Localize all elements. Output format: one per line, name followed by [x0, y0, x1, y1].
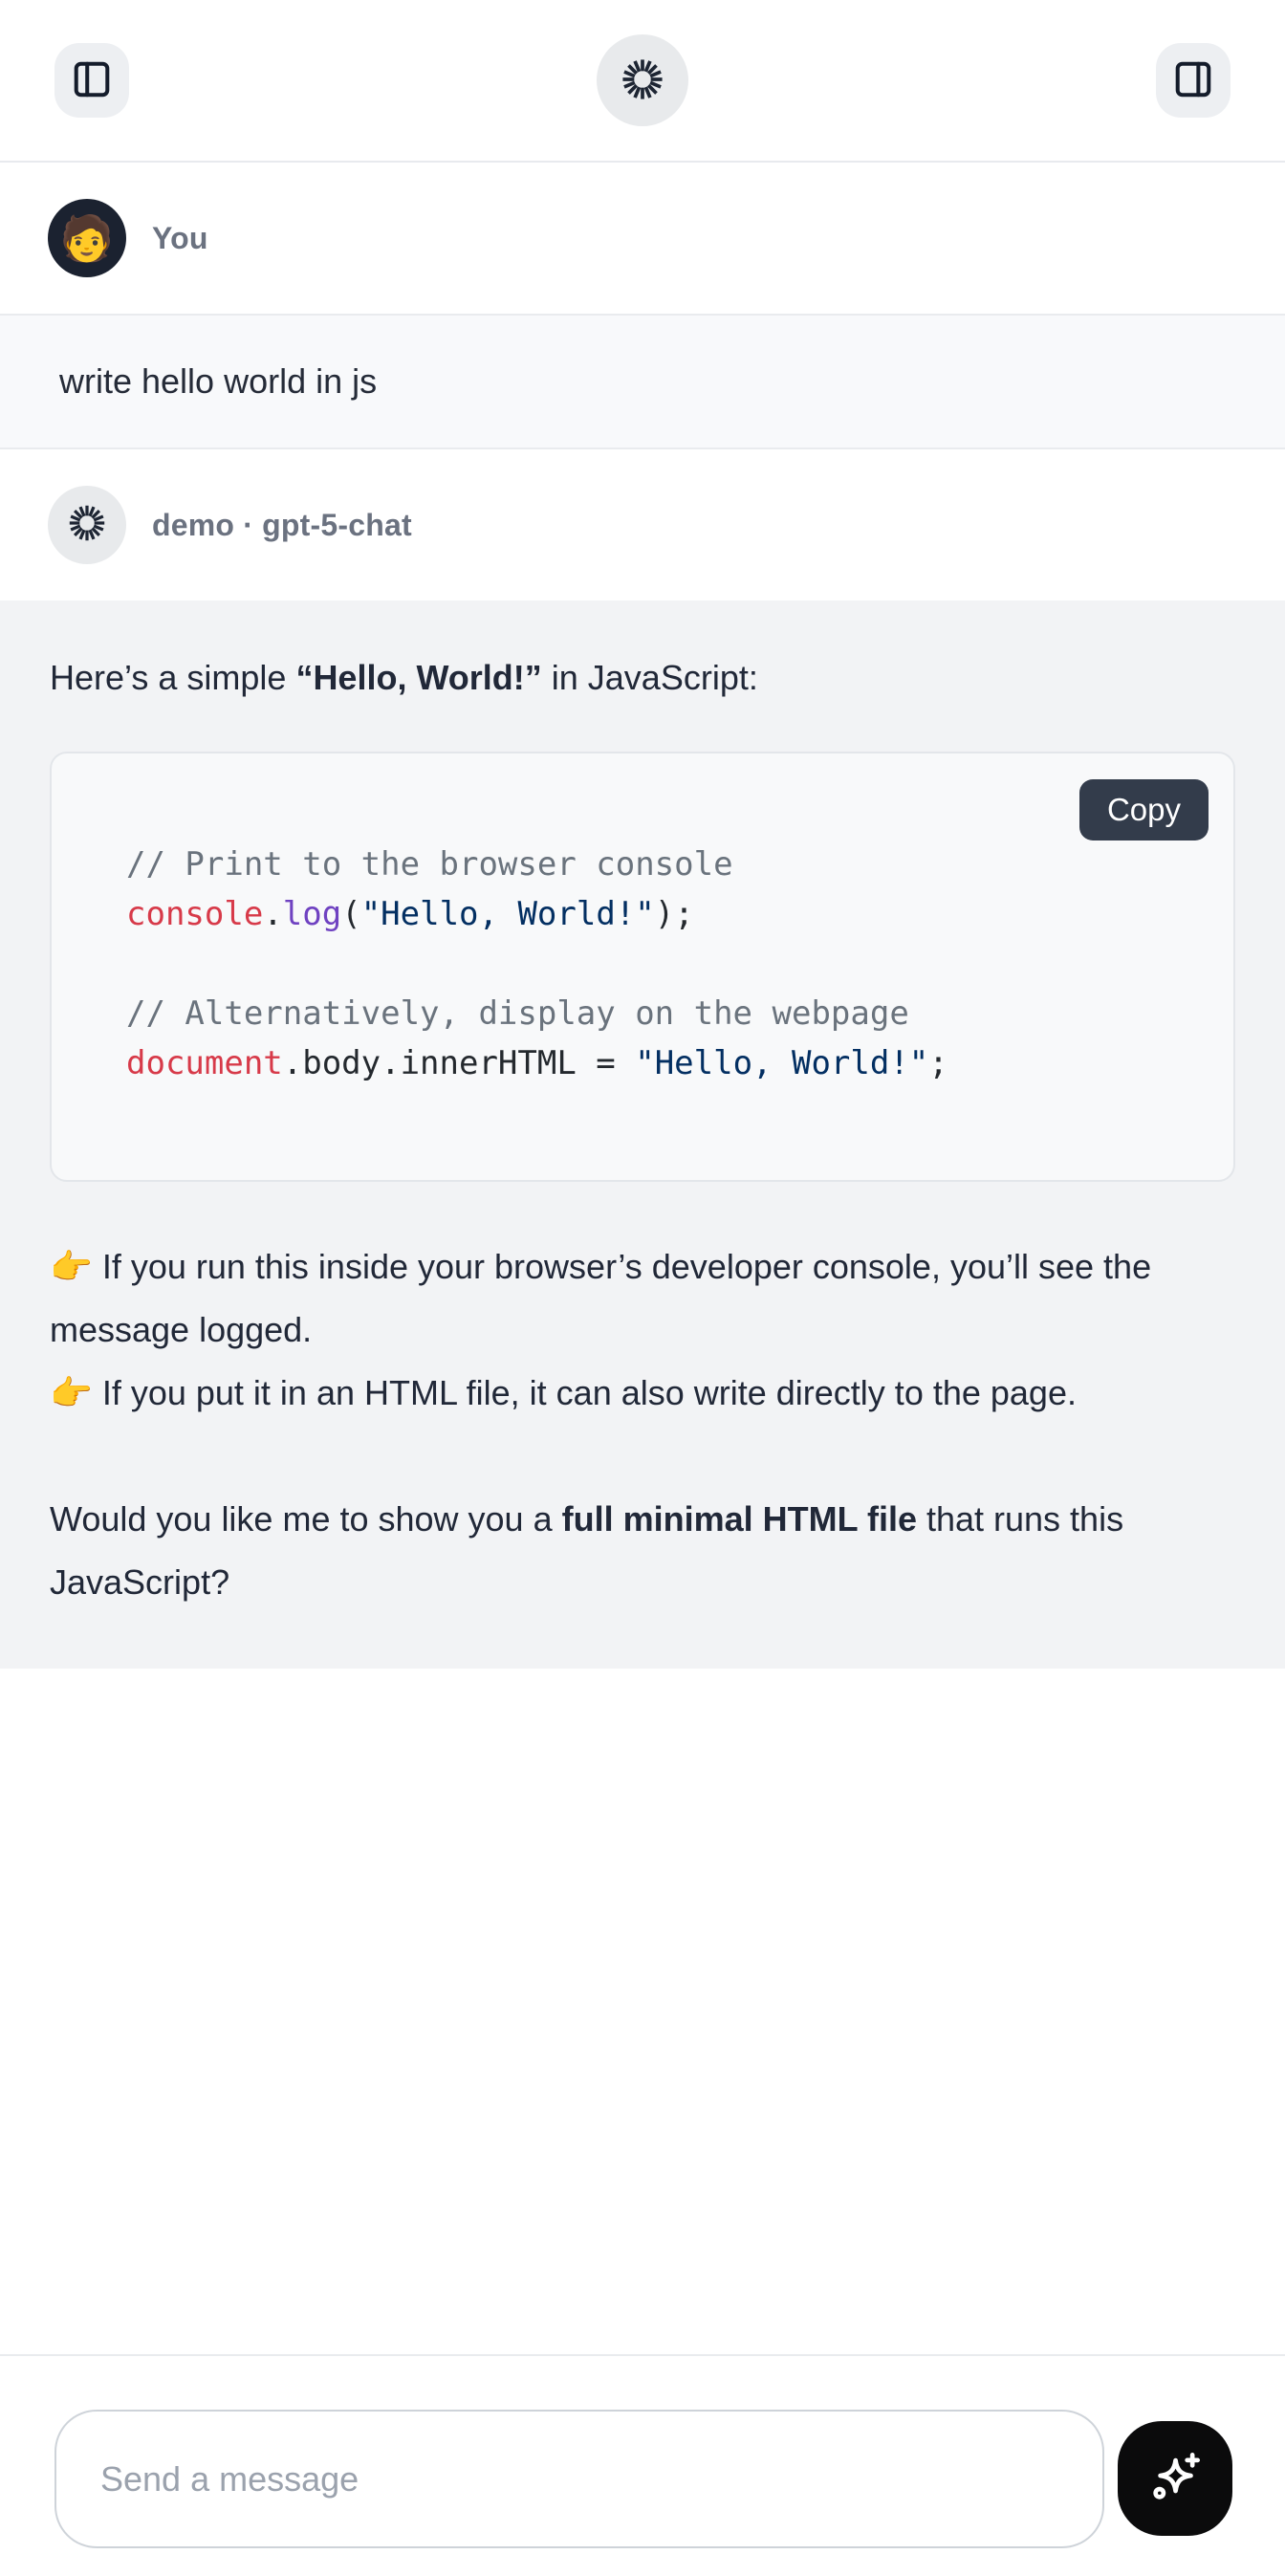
user-author-row: 🧑 You	[0, 163, 1285, 314]
composer-bar	[0, 2354, 1285, 2576]
assistant-author-name: demo · gpt-5-chat	[152, 508, 412, 543]
chat-screen: 🧑 You write hello world in js	[0, 0, 1285, 2576]
intro-suffix: in JavaScript:	[542, 658, 758, 697]
assistant-message-group: demo · gpt-5-chat Here’s a simple “Hello…	[0, 449, 1285, 1669]
assistant-tips: 👉 If you run this inside your browser’s …	[50, 1235, 1235, 1425]
user-avatar: 🧑	[48, 199, 126, 277]
assistant-author-row: demo · gpt-5-chat	[0, 449, 1285, 600]
user-message-group: 🧑 You write hello world in js	[0, 163, 1285, 449]
copy-button[interactable]: Copy	[1079, 779, 1209, 840]
tip-line-1: 👉 If you run this inside your browser’s …	[50, 1235, 1235, 1362]
panel-left-icon	[70, 57, 114, 104]
sidebar-toggle-button[interactable]	[54, 43, 129, 118]
question-prefix: Would you like me to show you a	[50, 1499, 562, 1539]
assistant-message-bubble: Here’s a simple “Hello, World!” in JavaS…	[0, 600, 1285, 1669]
sparkles-icon	[1143, 2446, 1207, 2512]
top-bar	[0, 0, 1285, 163]
assistant-intro: Here’s a simple “Hello, World!” in JavaS…	[50, 646, 1235, 709]
tip-line-2: 👉 If you put it in an HTML file, it can …	[50, 1362, 1235, 1425]
code-block: Copy // Print to the browser consolecons…	[50, 752, 1235, 1182]
question-bold: full minimal HTML file	[562, 1499, 917, 1539]
chat-empty-area	[0, 1669, 1285, 2354]
panel-right-icon	[1171, 57, 1215, 104]
user-message-text: write hello world in js	[59, 361, 377, 402]
model-button[interactable]	[597, 34, 688, 126]
user-message-bubble: write hello world in js	[0, 314, 1285, 449]
assistant-question: Would you like me to show you a full min…	[50, 1488, 1235, 1614]
intro-bold: “Hello, World!”	[295, 658, 541, 697]
right-panel-toggle-button[interactable]	[1156, 43, 1231, 118]
starburst-icon	[65, 501, 109, 550]
user-author-name: You	[152, 221, 208, 256]
assistant-avatar	[48, 486, 126, 564]
message-input[interactable]	[54, 2410, 1104, 2548]
starburst-icon	[618, 55, 667, 107]
sparkle-button[interactable]	[1118, 2421, 1232, 2536]
code-content: // Print to the browser consoleconsole.l…	[52, 753, 1233, 1180]
intro-prefix: Here’s a simple	[50, 658, 295, 697]
person-emoji: 🧑	[59, 216, 114, 260]
